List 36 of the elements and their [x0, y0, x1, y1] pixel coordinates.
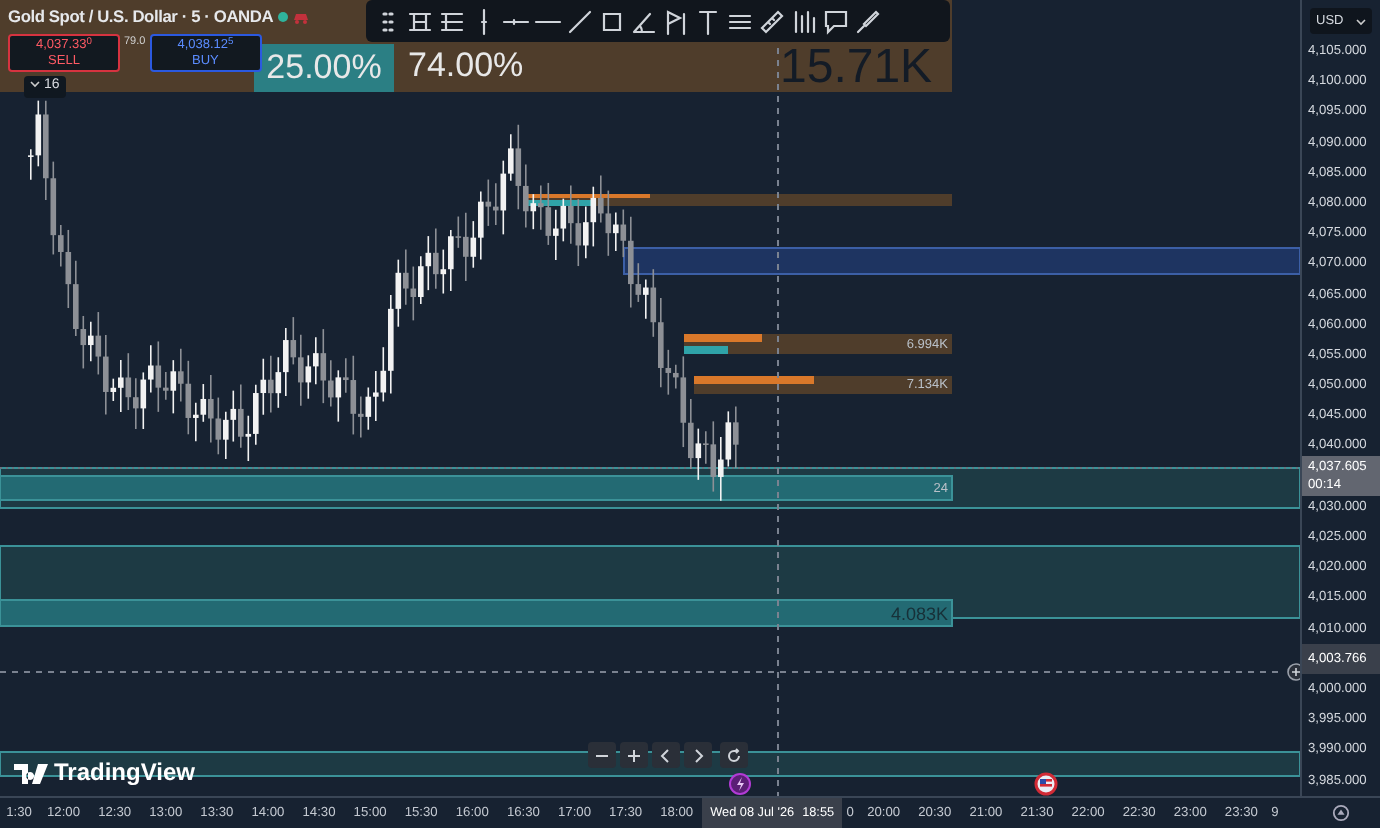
stop-percent: 25.00%: [266, 48, 382, 88]
bars-icon[interactable]: [790, 7, 818, 35]
caret-icon: [30, 80, 40, 89]
chevron-right-icon: [690, 747, 706, 764]
trend-line-icon[interactable]: [566, 7, 594, 35]
lightning-icon[interactable]: [729, 773, 751, 795]
plus-icon: [626, 747, 642, 764]
zoom-in-button[interactable]: [620, 742, 648, 768]
symbol-title: Gold Spot / U.S. Dollar · 5 · OANDA: [8, 4, 274, 30]
caret-icon: [1356, 17, 1366, 25]
callout-icon[interactable]: [822, 7, 850, 35]
logo-icon: [14, 763, 50, 783]
angle-icon[interactable]: [630, 7, 658, 35]
zoom-out-button[interactable]: [588, 742, 616, 768]
reset-button[interactable]: [720, 742, 748, 768]
add-alert-icon[interactable]: [1287, 663, 1300, 681]
zone-label: 4.083K: [890, 601, 948, 627]
scroll-right-button[interactable]: [684, 742, 712, 768]
rectangle-icon[interactable]: [598, 7, 626, 35]
flag-icon[interactable]: [1034, 772, 1058, 796]
long-position-icon[interactable]: [406, 7, 434, 35]
zone-tag: [684, 346, 728, 354]
zone-tag: [684, 334, 762, 342]
position-amount: 15.71K: [780, 42, 933, 92]
chevron-left-icon: [658, 747, 674, 764]
zone-tag: [694, 376, 814, 384]
status-dot-icon: [277, 11, 288, 22]
flag-icon[interactable]: [662, 7, 690, 35]
reset-icon: [726, 747, 742, 764]
target-percent: 74.00%: [408, 46, 524, 86]
brush-icon[interactable]: [854, 7, 882, 35]
short-position-icon[interactable]: [438, 7, 466, 35]
logo-text: TradingView: [54, 758, 195, 788]
scroll-left-button[interactable]: [652, 742, 680, 768]
text-icon[interactable]: [694, 7, 722, 35]
ruler-icon[interactable]: [758, 7, 786, 35]
